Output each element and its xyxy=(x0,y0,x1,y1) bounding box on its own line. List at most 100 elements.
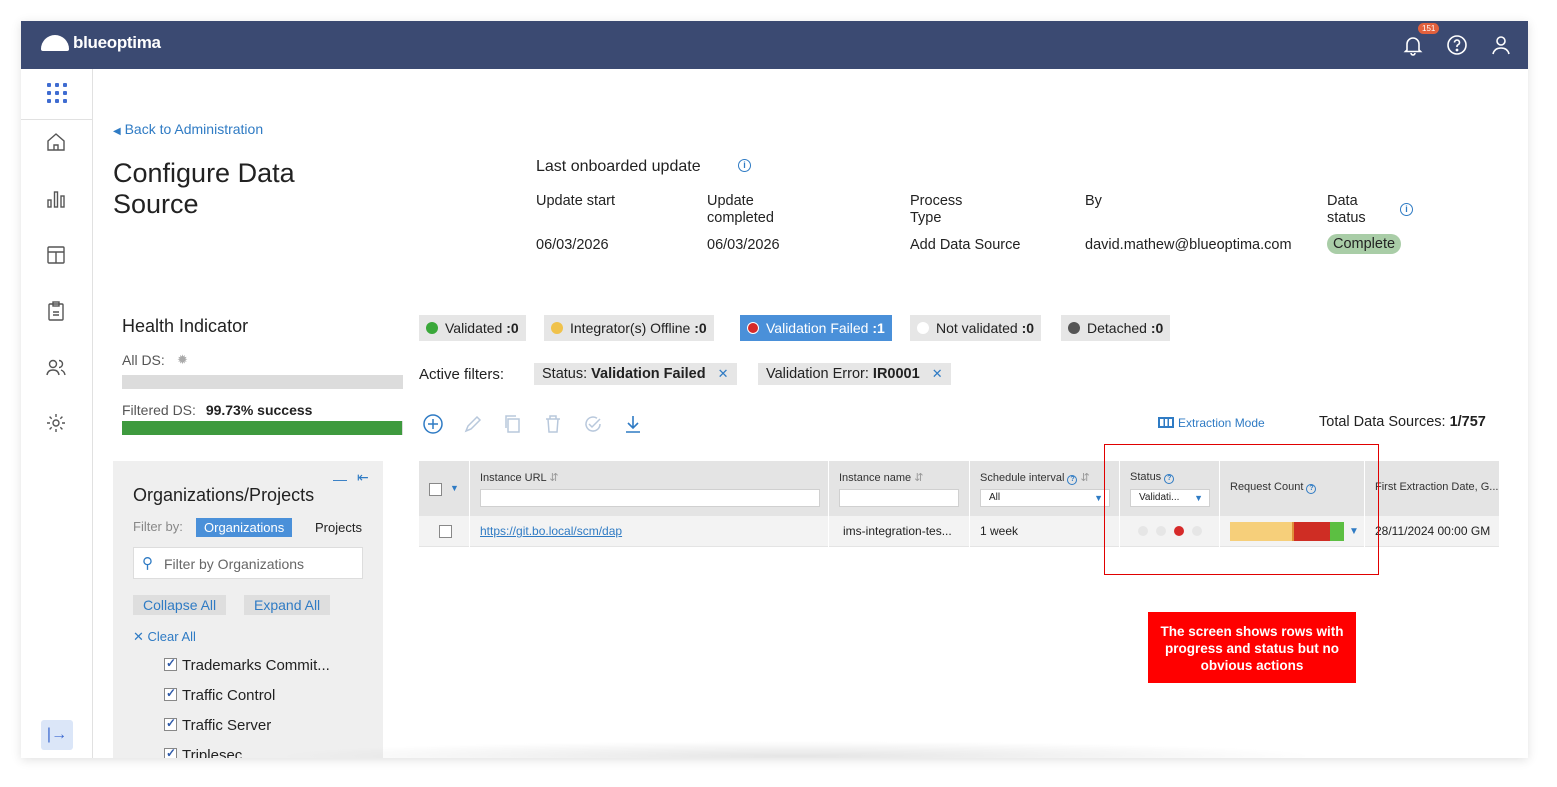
header-label: Instance URL ⇵ xyxy=(480,472,559,484)
dashboard-icon[interactable] xyxy=(45,244,67,266)
chip-count: :0 xyxy=(1021,320,1035,336)
expand-all-button[interactable]: Expand All xyxy=(244,595,331,615)
org-projects-panel: Organizations/Projects — ⇤ Filter by: Or… xyxy=(113,461,383,758)
data-status-label: Data status xyxy=(1327,193,1366,226)
collapse-all-button[interactable]: Collapse All xyxy=(133,595,227,615)
collapse-left-icon[interactable]: ⇤ xyxy=(357,469,369,486)
red-dot-icon xyxy=(747,322,759,334)
chevron-down-icon[interactable]: ▼ xyxy=(450,483,459,493)
instance-url-filter-input[interactable] xyxy=(480,489,820,507)
filter-chip-validation-error: Validation Error: IR0001 ✕ xyxy=(758,363,951,385)
org-checkbox[interactable] xyxy=(164,656,177,671)
extraction-mode-button[interactable]: Extraction Mode xyxy=(1158,416,1265,430)
apps-grid-icon[interactable] xyxy=(47,83,67,103)
col-schedule-interval: Schedule interval ? ⇵ All ▼ xyxy=(970,461,1120,516)
filter-by-label: Filter by: xyxy=(133,519,183,534)
copy-icon[interactable] xyxy=(502,413,524,435)
org-checkbox[interactable] xyxy=(164,716,177,731)
page-title: Configure Data Source xyxy=(113,158,295,219)
users-icon[interactable] xyxy=(45,356,67,378)
chip-count: :0 xyxy=(694,320,707,336)
green-dot-icon xyxy=(426,322,438,334)
chip-integrator-offline[interactable]: Integrator(s) Offline :0 xyxy=(544,315,714,341)
clear-all-link[interactable]: ✕ Clear All xyxy=(133,629,196,645)
delete-icon[interactable] xyxy=(542,413,564,435)
expand-sidebar-icon[interactable]: |→ xyxy=(41,720,73,750)
download-icon[interactable] xyxy=(622,413,644,435)
minimize-icon[interactable]: — xyxy=(333,471,347,487)
edit-icon[interactable] xyxy=(462,413,484,435)
bar-chart-icon[interactable] xyxy=(45,188,67,210)
help-icon: ? xyxy=(1067,475,1078,485)
org-item-label: Traffic Control xyxy=(182,687,276,704)
clear-all-label: Clear All xyxy=(147,629,196,644)
instance-url-link[interactable]: https://git.bo.local/scm/dap xyxy=(480,524,622,538)
all-ds-bar xyxy=(122,375,403,389)
home-icon[interactable] xyxy=(45,131,67,153)
header-label: Instance name ⇵ xyxy=(839,472,924,484)
tab-projects[interactable]: Projects xyxy=(315,520,362,535)
active-filters-label: Active filters: xyxy=(419,366,505,383)
highlight-box xyxy=(1104,444,1379,575)
instance-name-cell: ims-integration-tes... xyxy=(829,516,970,547)
org-checkbox[interactable] xyxy=(164,686,177,701)
col-first-extraction: First Extraction Date, G... xyxy=(1365,461,1499,516)
filtered-ds-bar-fill xyxy=(122,421,403,435)
filtered-ds-value: 99.73% success xyxy=(205,402,313,418)
tab-organizations[interactable]: Organizations xyxy=(196,518,293,537)
remove-filter-icon[interactable]: ✕ xyxy=(718,366,729,381)
user-icon[interactable] xyxy=(1489,33,1513,57)
org-checkbox[interactable] xyxy=(164,746,177,758)
grey-dot-icon xyxy=(1068,322,1080,334)
filter-value: Validation Failed xyxy=(591,366,706,382)
chip-detached[interactable]: Detached :0 xyxy=(1061,315,1171,341)
update-start-label: Update start xyxy=(536,193,615,209)
grid-icon xyxy=(1158,417,1174,428)
data-status-info-icon[interactable]: i xyxy=(1400,199,1413,217)
row-checkbox[interactable] xyxy=(439,525,452,538)
filtered-ds-bar xyxy=(122,421,403,435)
back-to-admin-link[interactable]: ◀ Back to Administration xyxy=(113,121,263,137)
update-completed-value: 06/03/2026 xyxy=(707,237,780,253)
total-data-sources: Total Data Sources: 1/757 xyxy=(1319,414,1486,430)
schedule-filter-select[interactable]: All ▼ xyxy=(980,489,1110,507)
chip-count: :1 xyxy=(872,320,885,336)
chip-not-validated[interactable]: Not validated :0 xyxy=(910,315,1042,341)
chip-label: Not validated xyxy=(936,320,1018,336)
process-type-label: Process Type xyxy=(910,193,963,226)
chip-validated[interactable]: Validated :0 xyxy=(419,315,526,341)
data-status-badge: Complete xyxy=(1327,234,1402,254)
notification-badge: 151 xyxy=(1418,23,1440,34)
help-icon[interactable] xyxy=(1445,33,1469,57)
brand-logo[interactable]: blueoptima xyxy=(41,33,161,53)
header-label: Schedule interval ? ⇵ xyxy=(980,472,1090,485)
total-label: Total Data Sources: xyxy=(1319,414,1446,430)
col-instance-url: Instance URL ⇵ xyxy=(470,461,829,516)
annotation-callout: The screen shows rows with progress and … xyxy=(1148,612,1356,683)
chip-validation-failed[interactable]: Validation Failed :1 xyxy=(740,315,892,341)
loading-spinner-icon: ✹ xyxy=(177,352,188,367)
clipboard-icon[interactable] xyxy=(45,300,67,322)
remove-filter-icon[interactable]: ✕ xyxy=(932,366,943,381)
row-select-cell xyxy=(419,516,470,547)
settings-gear-icon[interactable] xyxy=(45,412,67,434)
info-icon[interactable]: i xyxy=(738,155,751,173)
add-circle-icon[interactable] xyxy=(422,413,444,435)
org-search-input[interactable]: ⚲ Filter by Organizations xyxy=(133,547,363,579)
last-update-heading: Last onboarded update xyxy=(536,158,701,175)
filter-key: Validation Error: xyxy=(766,366,869,382)
org-item-label: Triplesec xyxy=(182,747,243,758)
filtered-ds-label: Filtered DS: xyxy=(122,402,196,418)
caret-left-icon: ◀ xyxy=(113,126,121,137)
select-all-col: ▼ xyxy=(419,461,470,516)
validate-icon[interactable] xyxy=(582,413,604,435)
org-panel-title: Organizations/Projects xyxy=(133,485,315,505)
bell-icon[interactable] xyxy=(1401,33,1425,57)
filter-key: Status: xyxy=(542,366,588,382)
chip-label: Detached xyxy=(1087,320,1147,336)
brand-name: blueoptima xyxy=(73,33,161,52)
instance-name-filter-input[interactable] xyxy=(839,489,959,507)
close-icon: ✕ xyxy=(133,629,144,644)
select-all-checkbox[interactable] xyxy=(429,483,442,496)
update-completed-label: Update completed xyxy=(707,193,774,226)
